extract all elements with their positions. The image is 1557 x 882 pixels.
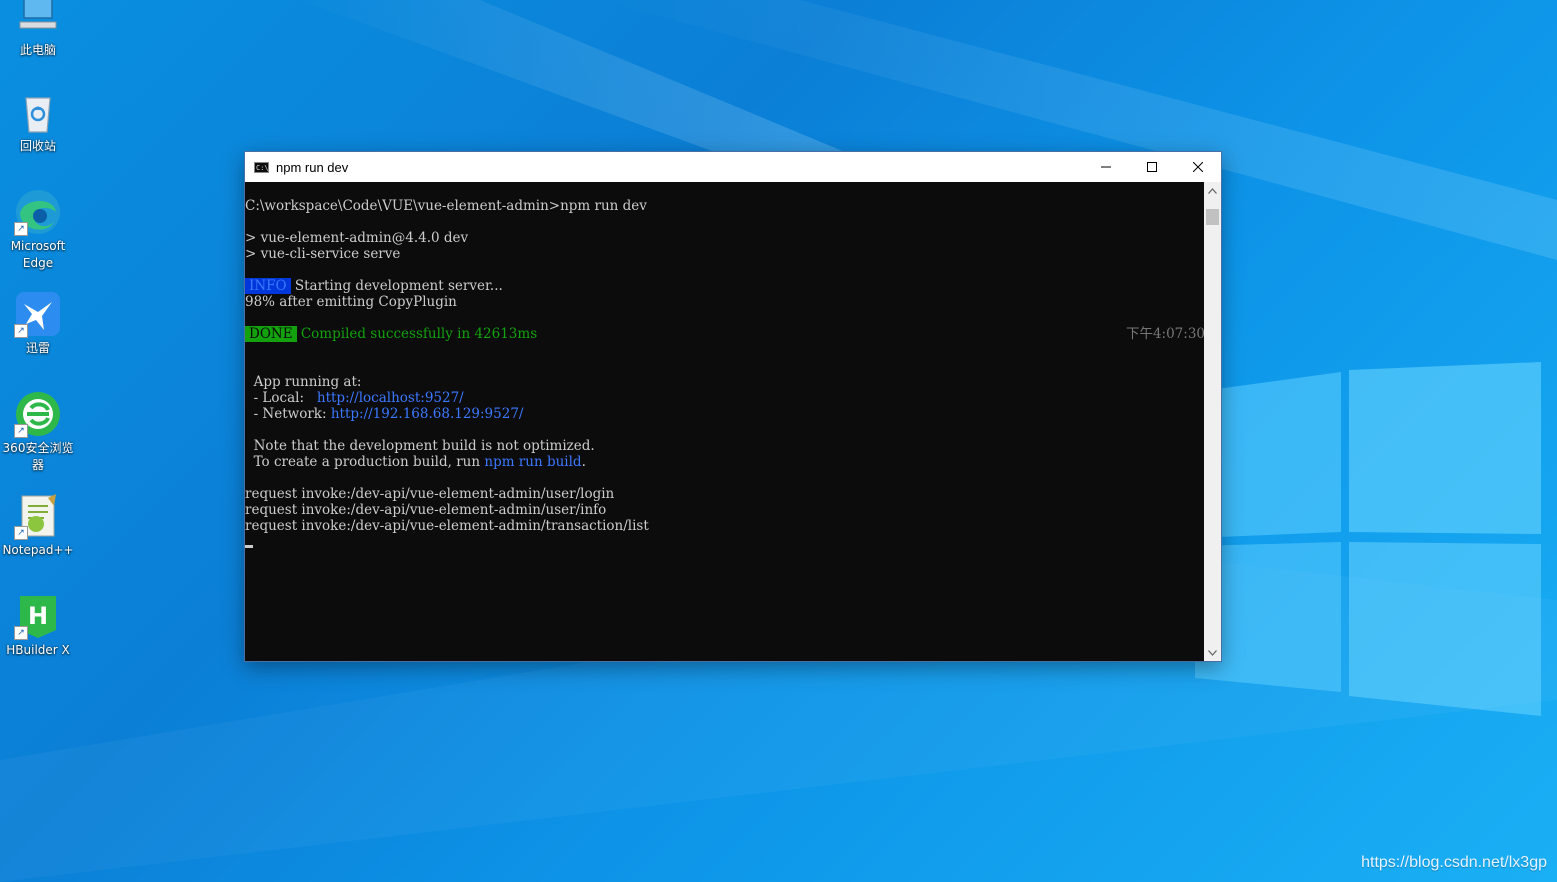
chevron-down-icon [1208, 649, 1217, 656]
window-title: npm run dev [276, 159, 349, 175]
info-line: INFO Starting development server... [245, 278, 1205, 294]
maximize-icon [1147, 162, 1157, 172]
shortcut-arrow-icon: ↗ [14, 324, 28, 338]
build-command: npm run build [484, 454, 582, 470]
minimize-button[interactable] [1083, 152, 1129, 182]
shortcut-arrow-icon: ↗ [14, 222, 28, 236]
watermark-text: https://blog.csdn.net/lx3gp [1361, 854, 1547, 871]
console-window[interactable]: C:\ npm run dev C:\workspace\Code\VUE\vu… [244, 151, 1222, 662]
prompt-line: C:\workspace\Code\VUE\vue-element-admin>… [245, 198, 647, 214]
window-controls [1083, 152, 1221, 182]
info-tag: INFO [245, 278, 291, 294]
maximize-button[interactable] [1129, 152, 1175, 182]
close-button[interactable] [1175, 152, 1221, 182]
desktop-icon-recycle-bin[interactable]: 回收站 [0, 88, 76, 155]
desktop-icon-label: Microsoft Edge [10, 239, 66, 270]
local-label: - Local: [245, 390, 317, 406]
hbuilderx-icon: H ↗ [14, 592, 62, 640]
script-line: > vue-cli-service serve [245, 246, 401, 262]
desktop-icon-xunlei[interactable]: ↗ 迅雷 [0, 290, 76, 357]
network-label: - Network: [245, 406, 331, 422]
edge-icon: ↗ [14, 188, 62, 236]
desktop-icon-label: HBuilder X [6, 643, 70, 657]
scroll-up-button[interactable] [1204, 182, 1221, 199]
desktop-icon-label: 回收站 [19, 139, 56, 153]
scroll-thumb[interactable] [1206, 209, 1219, 225]
windows-logo-wallpaper [1195, 362, 1541, 716]
local-url-line: - Local: http://localhost:9527/ [245, 390, 1205, 406]
desktop-icon-edge[interactable]: ↗ Microsoft Edge [0, 188, 76, 272]
build-hint-line: To create a production build, run npm ru… [245, 454, 1205, 470]
progress-line: 98% after emitting CopyPlugin [245, 294, 457, 310]
note-line: Note that the development build is not o… [245, 438, 595, 454]
shortcut-arrow-icon: ↗ [14, 424, 28, 438]
cursor-line [245, 534, 1205, 550]
shortcut-arrow-icon: ↗ [14, 626, 28, 640]
minimize-icon [1101, 166, 1111, 168]
desktop-icon-label: 迅雷 [25, 341, 50, 355]
notepadpp-icon: ↗ [14, 492, 62, 540]
terminal-output[interactable]: C:\workspace\Code\VUE\vue-element-admin>… [245, 182, 1205, 661]
desktop-icon-label: 360安全浏览器 [2, 441, 74, 472]
network-url-line: - Network: http://192.168.68.129:9527/ [245, 406, 1205, 422]
request-log-line: request invoke:/dev-api/vue-element-admi… [245, 518, 649, 534]
desktop-icon-notepadpp[interactable]: ↗ Notepad++ [0, 492, 76, 559]
request-log-line: request invoke:/dev-api/vue-element-admi… [245, 502, 607, 518]
desktop-icon-this-pc[interactable]: 此电脑 [0, 0, 76, 59]
text-cursor [245, 545, 253, 548]
360-browser-icon: ↗ [14, 390, 62, 438]
console-app-icon: C:\ [254, 161, 269, 173]
desktop-icon-hbuilderx[interactable]: H ↗ HBuilder X [0, 592, 76, 659]
vertical-scrollbar[interactable] [1204, 182, 1221, 661]
script-line: > vue-element-admin@4.4.0 dev [245, 230, 469, 246]
done-text: Compiled successfully in 42613ms [296, 326, 538, 342]
info-text: Starting development server... [290, 278, 503, 294]
shortcut-arrow-icon: ↗ [14, 526, 28, 540]
app-running-line: App running at: [245, 374, 362, 390]
window-titlebar[interactable]: C:\ npm run dev [245, 152, 1221, 182]
build-suffix: . [581, 454, 586, 470]
computer-icon [14, 0, 62, 40]
recycle-bin-icon [14, 88, 62, 136]
svg-text:H: H [28, 602, 48, 630]
build-prefix: To create a production build, run [245, 454, 485, 470]
desktop-icon-label: 此电脑 [19, 43, 56, 57]
chevron-up-icon [1208, 187, 1217, 194]
desktop-icon-label: Notepad++ [2, 543, 74, 557]
xunlei-icon: ↗ [14, 290, 62, 338]
done-tag: DONE [245, 326, 297, 342]
request-log-line: request invoke:/dev-api/vue-element-admi… [245, 486, 615, 502]
scroll-down-button[interactable] [1204, 644, 1221, 661]
done-line: DONE Compiled successfully in 42613ms 下午4… [245, 326, 1205, 342]
timestamp: 下午4:07:30 [1125, 326, 1205, 342]
local-url[interactable]: http://localhost:9527/ [317, 390, 464, 406]
desktop-icon-360-browser[interactable]: ↗ 360安全浏览器 [0, 390, 76, 474]
close-icon [1193, 162, 1203, 172]
network-url[interactable]: http://192.168.68.129:9527/ [331, 406, 524, 422]
